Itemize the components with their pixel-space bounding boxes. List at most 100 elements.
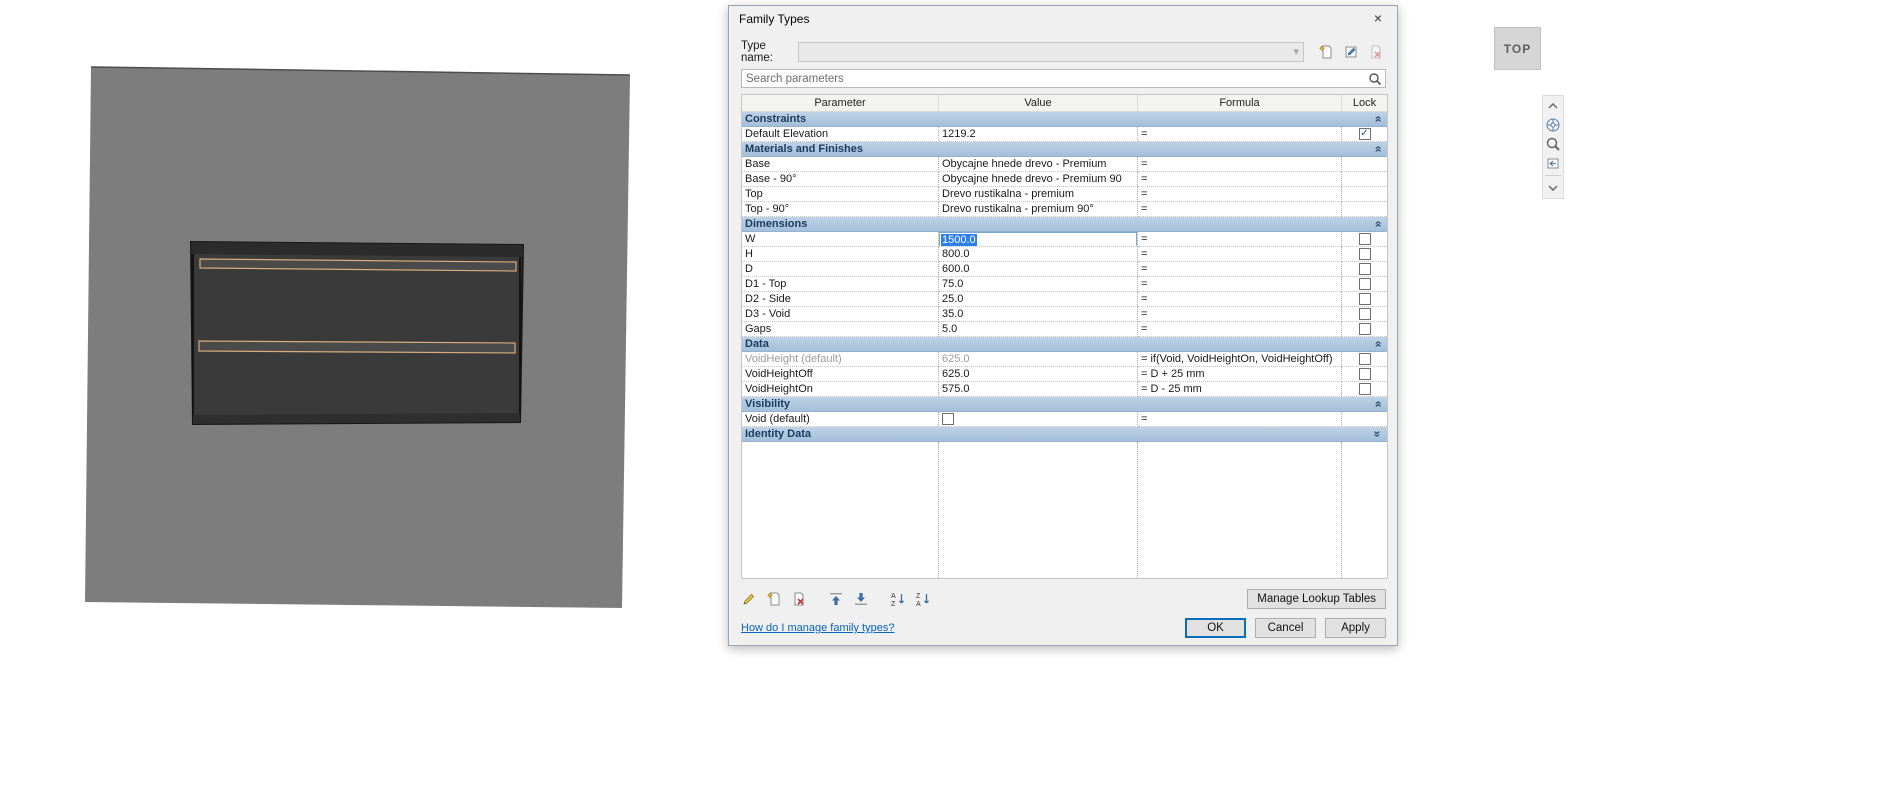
parameter-formula[interactable]: =: [1138, 412, 1342, 427]
delete-type-button[interactable]: [1366, 42, 1386, 62]
lock-checkbox[interactable]: [1358, 368, 1371, 380]
parameter-row-default-elevation[interactable]: Default Elevation 1219.2 = ✓: [742, 127, 1387, 142]
parameter-value[interactable]: 575.0: [939, 382, 1138, 397]
parameter-row-base-90[interactable]: Base - 90° Obycajne hnede drevo - Premium…: [742, 172, 1387, 187]
parameter-formula[interactable]: =: [1138, 232, 1342, 247]
parameter-row-gaps[interactable]: Gaps 5.0 =: [742, 322, 1387, 337]
parameter-value[interactable]: [939, 412, 1138, 427]
parameter-value[interactable]: 1500.0: [939, 232, 1138, 247]
parameter-formula[interactable]: =: [1138, 322, 1342, 337]
parameter-value[interactable]: Obycajne hnede drevo - Premium 90: [939, 172, 1138, 187]
parameter-row-base[interactable]: Base Obycajne hnede drevo - Premium =: [742, 157, 1387, 172]
parameter-formula[interactable]: =: [1138, 157, 1342, 172]
lock-checkbox[interactable]: [1358, 263, 1371, 275]
parameter-lock[interactable]: [1342, 277, 1387, 292]
lock-checkbox[interactable]: [1358, 353, 1371, 365]
steering-wheel-icon[interactable]: [1544, 117, 1562, 133]
parameter-row-voidheight-default[interactable]: VoidHeight (default) 625.0 = if(Void, Void…: [742, 352, 1387, 367]
lock-checkbox[interactable]: ✓: [1358, 128, 1371, 140]
parameter-value[interactable]: 25.0: [939, 292, 1138, 307]
parameter-value[interactable]: 35.0: [939, 307, 1138, 322]
collapse-icon[interactable]: »: [1371, 341, 1385, 348]
value-checkbox[interactable]: [942, 413, 954, 425]
parameter-lock[interactable]: [1342, 232, 1387, 247]
parameter-formula[interactable]: =: [1138, 307, 1342, 322]
parameter-row-top-90[interactable]: Top - 90° Drevo rustikalna - premium 90° =: [742, 202, 1387, 217]
rename-type-button[interactable]: [1341, 42, 1361, 62]
collapse-icon[interactable]: »: [1371, 146, 1385, 153]
move-up-button[interactable]: [826, 589, 846, 609]
parameter-value[interactable]: Drevo rustikalna - premium: [939, 187, 1138, 202]
new-parameter-button[interactable]: [764, 589, 784, 609]
dialog-titlebar[interactable]: Family Types ×: [729, 6, 1397, 32]
parameter-lock[interactable]: [1342, 382, 1387, 397]
parameter-formula[interactable]: = D + 25 mm: [1138, 367, 1342, 382]
parameter-lock[interactable]: [1342, 292, 1387, 307]
parameter-formula[interactable]: =: [1138, 202, 1342, 217]
lock-checkbox[interactable]: [1358, 293, 1371, 305]
apply-button[interactable]: Apply: [1325, 618, 1386, 638]
parameter-lock[interactable]: [1342, 262, 1387, 277]
parameter-row-top[interactable]: Top Drevo rustikalna - premium =: [742, 187, 1387, 202]
cancel-button[interactable]: Cancel: [1255, 618, 1316, 638]
parameter-lock[interactable]: [1342, 367, 1387, 382]
parameter-row-voidheightoff[interactable]: VoidHeightOff 625.0 = D + 25 mm: [742, 367, 1387, 382]
parameter-value[interactable]: 1219.2: [939, 127, 1138, 142]
help-link[interactable]: How do I manage family types?: [741, 622, 894, 634]
parameter-value[interactable]: 800.0: [939, 247, 1138, 262]
type-name-dropdown[interactable]: ▾: [798, 42, 1304, 62]
parameter-formula[interactable]: =: [1138, 277, 1342, 292]
section-header-materials-and-finishes[interactable]: Materials and Finishes »: [742, 142, 1387, 157]
parameter-row-d[interactable]: D 600.0 =: [742, 262, 1387, 277]
manage-lookup-tables-button[interactable]: Manage Lookup Tables: [1247, 589, 1386, 609]
parameter-value[interactable]: Drevo rustikalna - premium 90°: [939, 202, 1138, 217]
move-down-button[interactable]: [851, 589, 871, 609]
parameter-row-void-default[interactable]: Void (default) =: [742, 412, 1387, 427]
lock-checkbox[interactable]: [1358, 233, 1371, 245]
viewcube[interactable]: TOP: [1494, 27, 1541, 70]
lock-checkbox[interactable]: [1358, 383, 1371, 395]
lock-checkbox[interactable]: [1358, 248, 1371, 260]
value-edit-field[interactable]: 1500.0: [939, 232, 1137, 246]
parameter-row-d2-side[interactable]: D2 - Side 25.0 =: [742, 292, 1387, 307]
column-header-formula[interactable]: Formula: [1138, 95, 1342, 112]
parameter-value[interactable]: 625.0: [939, 352, 1138, 367]
parameter-row-d1-top[interactable]: D1 - Top 75.0 =: [742, 277, 1387, 292]
column-header-parameter[interactable]: Parameter: [742, 95, 939, 112]
parameter-formula[interactable]: =: [1138, 127, 1342, 142]
section-header-identity-data[interactable]: Identity Data »: [742, 427, 1387, 442]
section-header-data[interactable]: Data »: [742, 337, 1387, 352]
parameter-formula[interactable]: =: [1138, 262, 1342, 277]
parameter-value[interactable]: Obycajne hnede drevo - Premium: [939, 157, 1138, 172]
close-icon[interactable]: ×: [1367, 10, 1389, 28]
parameter-lock[interactable]: [1342, 352, 1387, 367]
section-header-constraints[interactable]: Constraints »: [742, 112, 1387, 127]
sort-ascending-button[interactable]: A Z: [888, 589, 908, 609]
column-header-lock[interactable]: Lock: [1342, 95, 1387, 112]
parameter-formula[interactable]: = if(Void, VoidHeightOn, VoidHeightOff): [1138, 352, 1342, 367]
parameter-formula[interactable]: = D - 25 mm: [1138, 382, 1342, 397]
parameter-row-w[interactable]: W 1500.0 =: [742, 232, 1387, 247]
collapse-icon[interactable]: »: [1371, 221, 1385, 228]
edit-parameter-button[interactable]: [739, 589, 759, 609]
delete-parameter-button[interactable]: [789, 589, 809, 609]
new-type-button[interactable]: [1316, 42, 1336, 62]
parameter-formula[interactable]: =: [1138, 187, 1342, 202]
lock-checkbox[interactable]: [1358, 323, 1371, 335]
search-icon[interactable]: [1365, 72, 1385, 86]
collapse-icon[interactable]: »: [1371, 401, 1385, 408]
parameter-value[interactable]: 5.0: [939, 322, 1138, 337]
parameter-lock[interactable]: ✓: [1342, 127, 1387, 142]
nav-more-down-icon[interactable]: [1544, 180, 1562, 196]
parameter-row-h[interactable]: H 800.0 =: [742, 247, 1387, 262]
parameter-lock[interactable]: [1342, 322, 1387, 337]
parameter-value[interactable]: 625.0: [939, 367, 1138, 382]
nav-collapse-up-icon[interactable]: [1544, 98, 1562, 114]
parameter-row-d3-void[interactable]: D3 - Void 35.0 =: [742, 307, 1387, 322]
parameter-value[interactable]: 75.0: [939, 277, 1138, 292]
parameter-formula[interactable]: =: [1138, 292, 1342, 307]
ok-button[interactable]: OK: [1185, 618, 1246, 638]
zoom-icon[interactable]: [1544, 136, 1562, 152]
sort-descending-button[interactable]: Z A: [913, 589, 933, 609]
lock-checkbox[interactable]: [1358, 308, 1371, 320]
